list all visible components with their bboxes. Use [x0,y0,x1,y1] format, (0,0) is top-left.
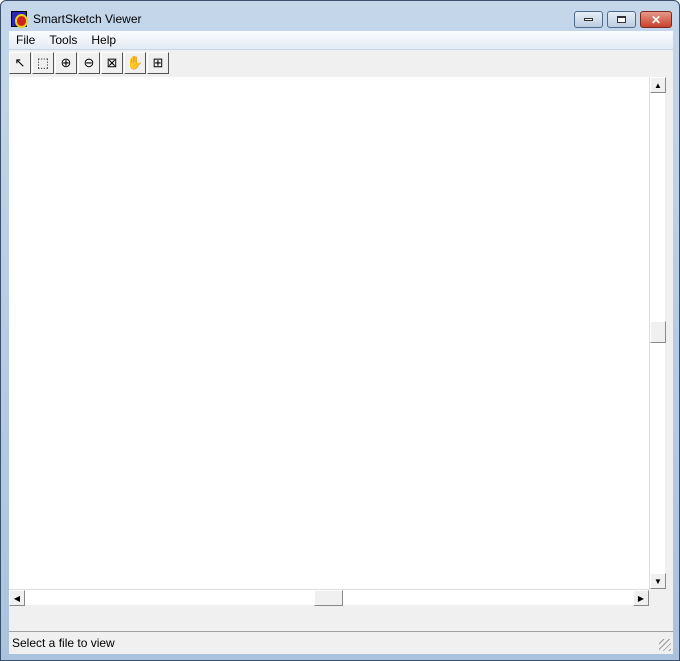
scroll-left-button[interactable]: ◀ [9,590,25,606]
zoom-out-button[interactable]: ⊖ [78,52,100,74]
menu-help[interactable]: Help [84,31,123,49]
menu-tools[interactable]: Tools [42,31,84,49]
arrow-right-icon: ▶ [637,593,645,603]
maximize-button[interactable] [607,11,636,28]
arrow-up-icon: ▲ [654,80,662,90]
minimize-button[interactable] [574,11,603,28]
center-icon: ⊞ [152,55,164,70]
drawing-canvas[interactable] [9,77,649,589]
vertical-scrollbar[interactable]: ▲ ▼ [649,77,666,589]
app-icon [11,11,28,28]
resize-grip-icon[interactable] [659,639,671,651]
menu-file[interactable]: File [9,31,42,49]
vertical-scroll-thumb[interactable] [650,321,666,343]
scroll-down-button[interactable]: ▼ [650,573,666,589]
title-bar: SmartSketch Viewer [11,9,142,29]
arrow-down-icon: ▼ [654,576,662,586]
select-tool-button[interactable]: ↖ [9,52,31,74]
center-button[interactable]: ⊞ [147,52,169,74]
pointer-icon: ↖ [14,55,26,70]
zoom-area-button[interactable]: ⬚ [32,52,54,74]
app-window: SmartSketch Viewer ✕ File Tools Help ↖ ⬚… [0,0,680,661]
status-text: Select a file to view [12,636,115,650]
menu-bar: File Tools Help [9,31,673,50]
scroll-right-button[interactable]: ▶ [633,590,649,606]
client-area: File Tools Help ↖ ⬚ ⊕ ⊖ ⊠ ✋ ⊞ ▲ ▼ ◀ ▶ Se… [9,31,673,654]
minimize-icon [584,18,593,21]
close-button[interactable]: ✕ [640,11,672,28]
close-icon: ✕ [650,12,662,27]
zoom-out-icon: ⊖ [83,55,95,70]
scroll-up-button[interactable]: ▲ [650,77,666,93]
toolbar: ↖ ⬚ ⊕ ⊖ ⊠ ✋ ⊞ [9,52,169,75]
maximize-icon [617,16,626,23]
pan-button[interactable]: ✋ [124,52,146,74]
zoom-area-icon: ⬚ [36,55,50,70]
zoom-in-button[interactable]: ⊕ [55,52,77,74]
pan-icon: ✋ [126,55,144,70]
horizontal-scroll-thumb[interactable] [314,590,343,606]
fit-button[interactable]: ⊠ [101,52,123,74]
arrow-left-icon: ◀ [13,593,21,603]
horizontal-scrollbar[interactable]: ◀ ▶ [9,589,649,606]
fit-icon: ⊠ [106,55,118,70]
status-bar: Select a file to view [9,631,673,653]
zoom-in-icon: ⊕ [60,55,72,70]
window-title: SmartSketch Viewer [33,12,142,26]
